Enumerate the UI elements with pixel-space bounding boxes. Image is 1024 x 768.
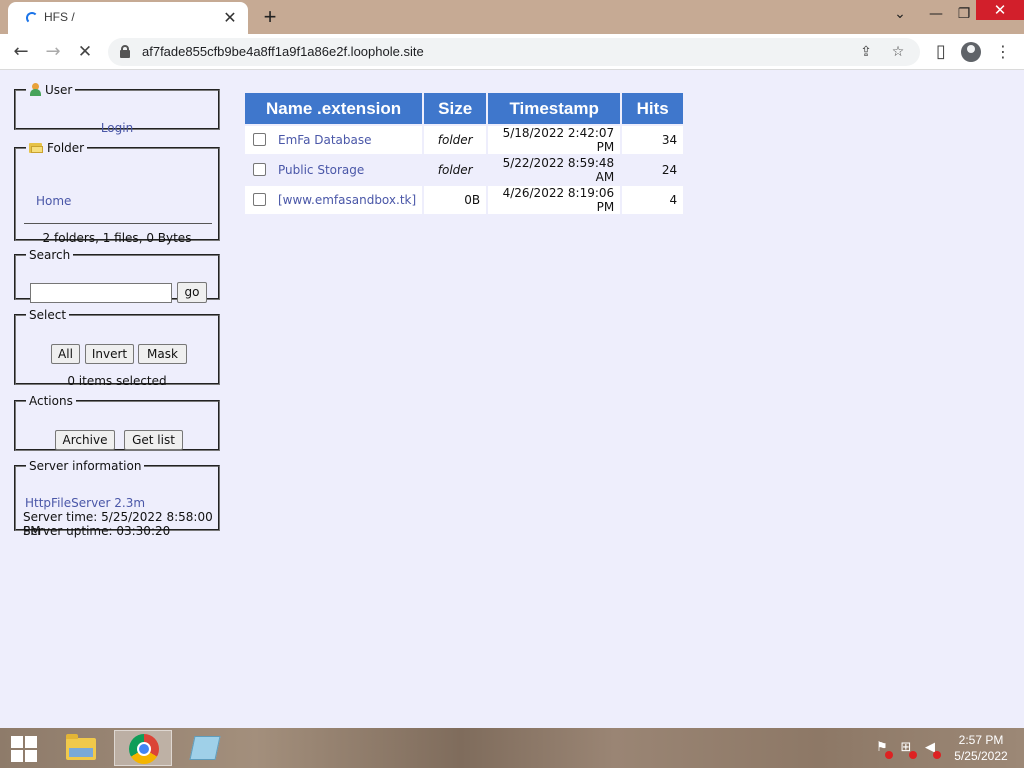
- windows-logo-pane: [25, 750, 37, 762]
- file-name-cell: Public Storage: [245, 156, 423, 184]
- tab-title: HFS /: [44, 10, 75, 24]
- select-all-button[interactable]: All: [51, 344, 80, 364]
- file-hits-cell: 4: [622, 186, 684, 214]
- table-row: Public Storage folder 5/22/2022 8:59:48 …: [245, 156, 684, 184]
- table-header-row: Name .extension Size Timestamp Hits: [245, 93, 684, 124]
- file-link[interactable]: Public Storage: [278, 163, 364, 177]
- browser-tab[interactable]: HFS / ✕: [8, 2, 248, 34]
- folder-open-icon: [29, 142, 43, 153]
- file-name-cell: EmFa Database: [245, 126, 423, 154]
- clock-date: 5/25/2022: [954, 749, 1008, 763]
- new-tab-button[interactable]: +: [258, 4, 282, 30]
- address-bar[interactable]: af7fade855cfb9be4a8ff1a9f1a86e2f.loophol…: [108, 38, 920, 66]
- taskbar-clock[interactable]: 2:57 PM 5/25/2022: [946, 732, 1016, 764]
- row-checkbox[interactable]: [253, 193, 266, 206]
- share-icon[interactable]: ⇪: [856, 42, 876, 62]
- file-size-cell: folder: [424, 126, 487, 154]
- actions-legend: Actions: [29, 394, 73, 408]
- server-info-legend: Server information: [29, 459, 142, 473]
- windows-logo-pane: [25, 736, 37, 748]
- server-uptime: Server uptime: 03:30:20: [23, 524, 171, 538]
- table-row: EmFa Database folder 5/18/2022 2:42:07 P…: [245, 126, 684, 154]
- close-window-button[interactable]: ✕: [976, 0, 1024, 20]
- search-legend: Search: [29, 248, 71, 262]
- action-center-flag-icon[interactable]: ⚑: [874, 740, 893, 759]
- file-link[interactable]: EmFa Database: [278, 133, 372, 147]
- tab-close-icon[interactable]: ✕: [220, 8, 240, 28]
- browser-menu-icon[interactable]: ⋮: [990, 40, 1016, 64]
- invert-selection-button[interactable]: Invert: [85, 344, 134, 364]
- windows-logo-icon: [11, 736, 23, 748]
- file-list-table: Name .extension Size Timestamp Hits EmFa…: [243, 91, 686, 216]
- file-size-cell: 0B: [424, 186, 487, 214]
- file-timestamp-cell: 4/26/2022 8:19:06 PM: [488, 186, 621, 214]
- folder-legend: Folder: [26, 141, 87, 155]
- column-header-name[interactable]: Name .extension: [245, 93, 423, 124]
- url-text[interactable]: af7fade855cfb9be4a8ff1a9f1a86e2f.loophol…: [142, 44, 424, 59]
- file-timestamp-cell: 5/22/2022 8:59:48 AM: [488, 156, 621, 184]
- user-legend: User: [26, 83, 75, 97]
- lock-icon[interactable]: [120, 45, 130, 58]
- home-link[interactable]: Home: [36, 194, 71, 208]
- forward-arrow-icon[interactable]: →: [40, 40, 66, 64]
- hfs-page: User Login Folder Home 2 folders, 1 file…: [0, 71, 1024, 728]
- browser-toolbar: ← → ✕ af7fade855cfb9be4a8ff1a9f1a86e2f.l…: [0, 34, 1024, 70]
- folder-panel: Folder Home 2 folders, 1 files, 0 Bytes: [14, 141, 220, 245]
- search-input[interactable]: [30, 283, 172, 303]
- column-header-size[interactable]: Size: [424, 93, 487, 124]
- column-header-hits[interactable]: Hits: [622, 93, 684, 124]
- column-header-timestamp[interactable]: Timestamp: [488, 93, 621, 124]
- server-version-link[interactable]: HttpFileServer 2.3m: [25, 496, 145, 510]
- login-link[interactable]: Login: [16, 121, 218, 135]
- mask-selection-button[interactable]: Mask: [138, 344, 187, 364]
- tab-search-chevron-icon[interactable]: ⌄: [882, 0, 918, 28]
- file-hits-cell: 34: [622, 126, 684, 154]
- user-panel: User Login: [14, 83, 220, 135]
- get-list-button[interactable]: Get list: [124, 430, 183, 450]
- notepad-icon[interactable]: [176, 730, 234, 766]
- file-explorer-icon[interactable]: [52, 730, 110, 766]
- row-checkbox[interactable]: [253, 133, 266, 146]
- windows-taskbar: ⚑ ⊞ ◀ 2:57 PM 5/25/2022: [0, 728, 1024, 768]
- stop-loading-icon[interactable]: ✕: [72, 40, 98, 64]
- back-arrow-icon[interactable]: ←: [8, 40, 34, 64]
- volume-muted-icon[interactable]: ◀: [922, 740, 941, 759]
- chrome-icon[interactable]: [114, 730, 172, 766]
- file-size-cell: folder: [424, 156, 487, 184]
- file-link[interactable]: [www.emfasandbox.tk]: [278, 193, 416, 207]
- network-icon[interactable]: ⊞: [898, 740, 917, 759]
- actions-panel: Actions Archive Get list: [14, 394, 220, 451]
- search-panel: Search go: [14, 248, 220, 303]
- search-go-button[interactable]: go: [177, 282, 207, 303]
- file-timestamp-cell: 5/18/2022 2:42:07 PM: [488, 126, 621, 154]
- side-panel-icon[interactable]: ▯: [928, 40, 954, 64]
- archive-button[interactable]: Archive: [55, 430, 115, 450]
- start-button[interactable]: [0, 728, 52, 768]
- server-info-panel: Server information HttpFileServer 2.3m S…: [14, 459, 220, 538]
- divider: [24, 223, 212, 224]
- select-legend: Select: [29, 308, 67, 322]
- profile-avatar-icon[interactable]: [958, 40, 984, 64]
- file-name-cell: [www.emfasandbox.tk]: [245, 186, 423, 214]
- clock-time: 2:57 PM: [958, 733, 1004, 747]
- file-hits-cell: 24: [622, 156, 684, 184]
- user-icon: [29, 83, 41, 96]
- browser-titlebar: HFS / ✕ + ⌄ — ❐ ✕: [0, 0, 1024, 34]
- bookmark-star-icon[interactable]: ☆: [888, 42, 908, 62]
- table-row: [www.emfasandbox.tk] 0B 4/26/2022 8:19:0…: [245, 186, 684, 214]
- folder-stats: 2 folders, 1 files, 0 Bytes: [42, 231, 192, 245]
- select-panel: Select All Invert Mask 0 items selected: [14, 308, 220, 388]
- selected-count: 0 items selected: [67, 374, 167, 388]
- loading-spinner-icon: [26, 12, 38, 24]
- windows-logo-pane: [11, 750, 23, 762]
- row-checkbox[interactable]: [253, 163, 266, 176]
